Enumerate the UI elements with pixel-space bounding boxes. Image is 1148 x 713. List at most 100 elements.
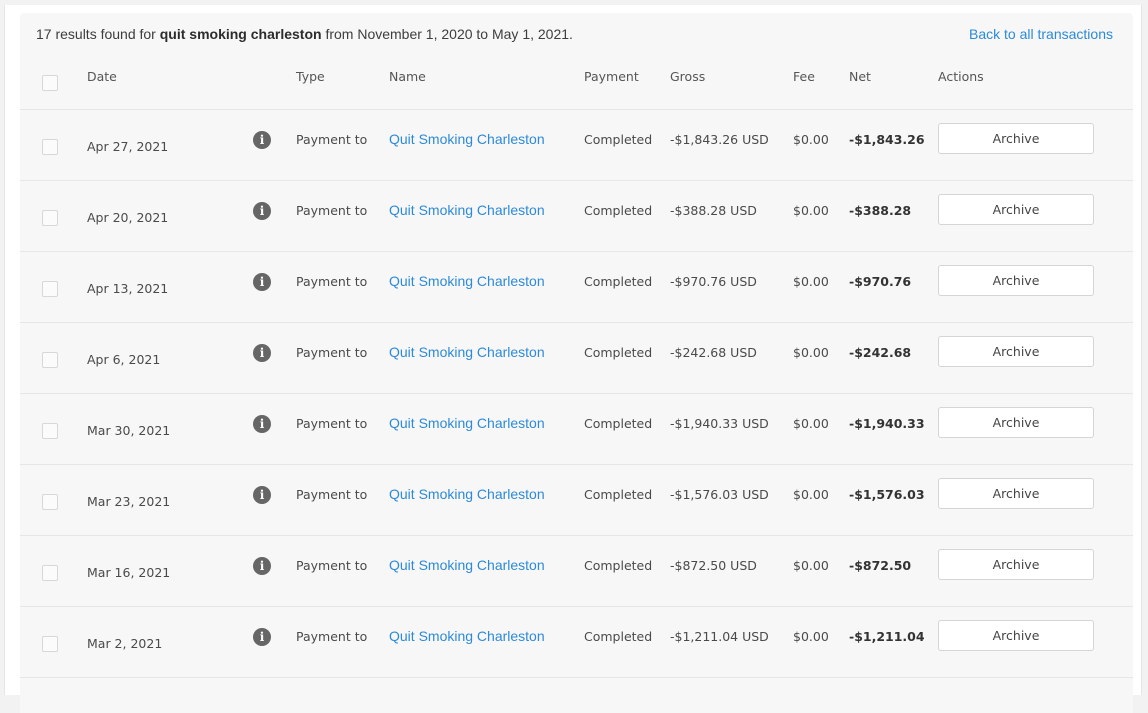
row-date: Mar 23, 2021 — [87, 494, 171, 509]
row-checkbox[interactable] — [42, 565, 58, 581]
row-type: Payment to — [296, 487, 368, 502]
row-type: Payment to — [296, 274, 368, 289]
row-payment-status: Completed — [584, 274, 653, 289]
table-row[interactable]: Apr 6, 2021 i Payment to Quit Smoking Ch… — [20, 323, 1133, 394]
archive-button[interactable]: Archive — [938, 265, 1094, 296]
row-net: -$1,940.33 — [849, 416, 925, 431]
column-header-payment[interactable]: Payment — [584, 69, 639, 84]
info-icon-glyph: i — [259, 346, 265, 360]
row-checkbox[interactable] — [42, 423, 58, 439]
row-name-link[interactable]: Quit Smoking Charleston — [389, 273, 545, 289]
archive-button[interactable]: Archive — [938, 123, 1094, 154]
row-name-link[interactable]: Quit Smoking Charleston — [389, 557, 545, 573]
row-name-link[interactable]: Quit Smoking Charleston — [389, 415, 545, 431]
row-net: -$1,211.04 — [849, 629, 925, 644]
column-header-type[interactable]: Type — [296, 69, 325, 84]
column-header-net[interactable]: Net — [849, 69, 871, 84]
row-date: Mar 2, 2021 — [87, 636, 163, 651]
row-gross: -$970.76 USD — [670, 274, 757, 289]
row-checkbox[interactable] — [42, 281, 58, 297]
column-header-name[interactable]: Name — [389, 69, 426, 84]
row-fee: $0.00 — [793, 203, 829, 218]
row-payment-status: Completed — [584, 203, 653, 218]
row-date: Apr 20, 2021 — [87, 210, 169, 225]
row-fee: $0.00 — [793, 274, 829, 289]
table-row[interactable]: Apr 13, 2021 i Payment to Quit Smoking C… — [20, 252, 1133, 323]
row-name-link[interactable]: Quit Smoking Charleston — [389, 486, 545, 502]
row-gross: -$242.68 USD — [670, 345, 757, 360]
row-date: Apr 13, 2021 — [87, 281, 169, 296]
row-gross: -$1,576.03 USD — [670, 487, 769, 502]
row-name-link[interactable]: Quit Smoking Charleston — [389, 202, 545, 218]
summary-prefix: 17 results found for — [36, 26, 160, 42]
info-icon[interactable]: i — [253, 202, 271, 220]
column-header-fee[interactable]: Fee — [793, 69, 815, 84]
row-payment-status: Completed — [584, 558, 653, 573]
row-date: Apr 27, 2021 — [87, 139, 169, 154]
table-header: Date Type Name Payment Gross Fee Net Act… — [20, 55, 1133, 110]
back-to-all-transactions-link[interactable]: Back to all transactions — [969, 26, 1113, 42]
info-icon[interactable]: i — [253, 131, 271, 149]
row-payment-status: Completed — [584, 416, 653, 431]
archive-button[interactable]: Archive — [938, 194, 1094, 225]
row-gross: -$1,843.26 USD — [670, 132, 769, 147]
table-row[interactable]: Mar 23, 2021 i Payment to Quit Smoking C… — [20, 465, 1133, 536]
archive-button[interactable]: Archive — [938, 620, 1094, 651]
row-type: Payment to — [296, 416, 368, 431]
info-icon-glyph: i — [259, 417, 265, 431]
row-checkbox[interactable] — [42, 210, 58, 226]
row-fee: $0.00 — [793, 487, 829, 502]
row-checkbox[interactable] — [42, 636, 58, 652]
summary-query: quit smoking charleston — [159, 26, 322, 42]
row-name-link[interactable]: Quit Smoking Charleston — [389, 628, 545, 644]
archive-button[interactable]: Archive — [938, 407, 1094, 438]
row-fee: $0.00 — [793, 629, 829, 644]
info-icon[interactable]: i — [253, 628, 271, 646]
archive-button[interactable]: Archive — [938, 336, 1094, 367]
info-icon[interactable]: i — [253, 557, 271, 575]
row-checkbox[interactable] — [42, 494, 58, 510]
column-header-date[interactable]: Date — [87, 69, 117, 84]
table-row[interactable]: Apr 20, 2021 i Payment to Quit Smoking C… — [20, 181, 1133, 252]
row-payment-status: Completed — [584, 132, 653, 147]
info-icon[interactable]: i — [253, 415, 271, 433]
info-icon-glyph: i — [259, 630, 265, 644]
row-date: Mar 30, 2021 — [87, 423, 171, 438]
archive-button[interactable]: Archive — [938, 549, 1094, 580]
search-results-panel: 17 results found for quit smoking charle… — [20, 13, 1133, 713]
table-row[interactable]: Mar 16, 2021 i Payment to Quit Smoking C… — [20, 536, 1133, 607]
row-net: -$872.50 — [849, 558, 912, 573]
row-gross: -$1,940.33 USD — [670, 416, 769, 431]
select-all-checkbox[interactable] — [42, 75, 58, 91]
column-header-gross[interactable]: Gross — [670, 69, 705, 84]
row-payment-status: Completed — [584, 629, 653, 644]
transactions-page: 17 results found for quit smoking charle… — [4, 5, 1142, 713]
info-icon[interactable]: i — [253, 344, 271, 362]
row-payment-status: Completed — [584, 487, 653, 502]
info-icon-glyph: i — [259, 204, 265, 218]
row-type: Payment to — [296, 345, 368, 360]
row-fee: $0.00 — [793, 132, 829, 147]
info-icon[interactable]: i — [253, 486, 271, 504]
info-icon[interactable]: i — [253, 273, 271, 291]
row-gross: -$872.50 USD — [670, 558, 757, 573]
row-checkbox[interactable] — [42, 139, 58, 155]
row-fee: $0.00 — [793, 345, 829, 360]
row-net: -$242.68 — [849, 345, 912, 360]
row-type: Payment to — [296, 629, 368, 644]
row-net: -$970.76 — [849, 274, 912, 289]
table-row[interactable]: Mar 2, 2021 i Payment to Quit Smoking Ch… — [20, 607, 1133, 678]
info-icon-glyph: i — [259, 488, 265, 502]
row-type: Payment to — [296, 203, 368, 218]
table-row[interactable]: Apr 27, 2021 i Payment to Quit Smoking C… — [20, 110, 1133, 181]
row-checkbox[interactable] — [42, 352, 58, 368]
archive-button[interactable]: Archive — [938, 478, 1094, 509]
column-header-actions: Actions — [938, 69, 984, 84]
row-type: Payment to — [296, 132, 368, 147]
table-row[interactable]: Mar 30, 2021 i Payment to Quit Smoking C… — [20, 394, 1133, 465]
row-type: Payment to — [296, 558, 368, 573]
row-name-link[interactable]: Quit Smoking Charleston — [389, 344, 545, 360]
row-net: -$1,576.03 — [849, 487, 925, 502]
row-net: -$1,843.26 — [849, 132, 925, 147]
row-name-link[interactable]: Quit Smoking Charleston — [389, 131, 545, 147]
